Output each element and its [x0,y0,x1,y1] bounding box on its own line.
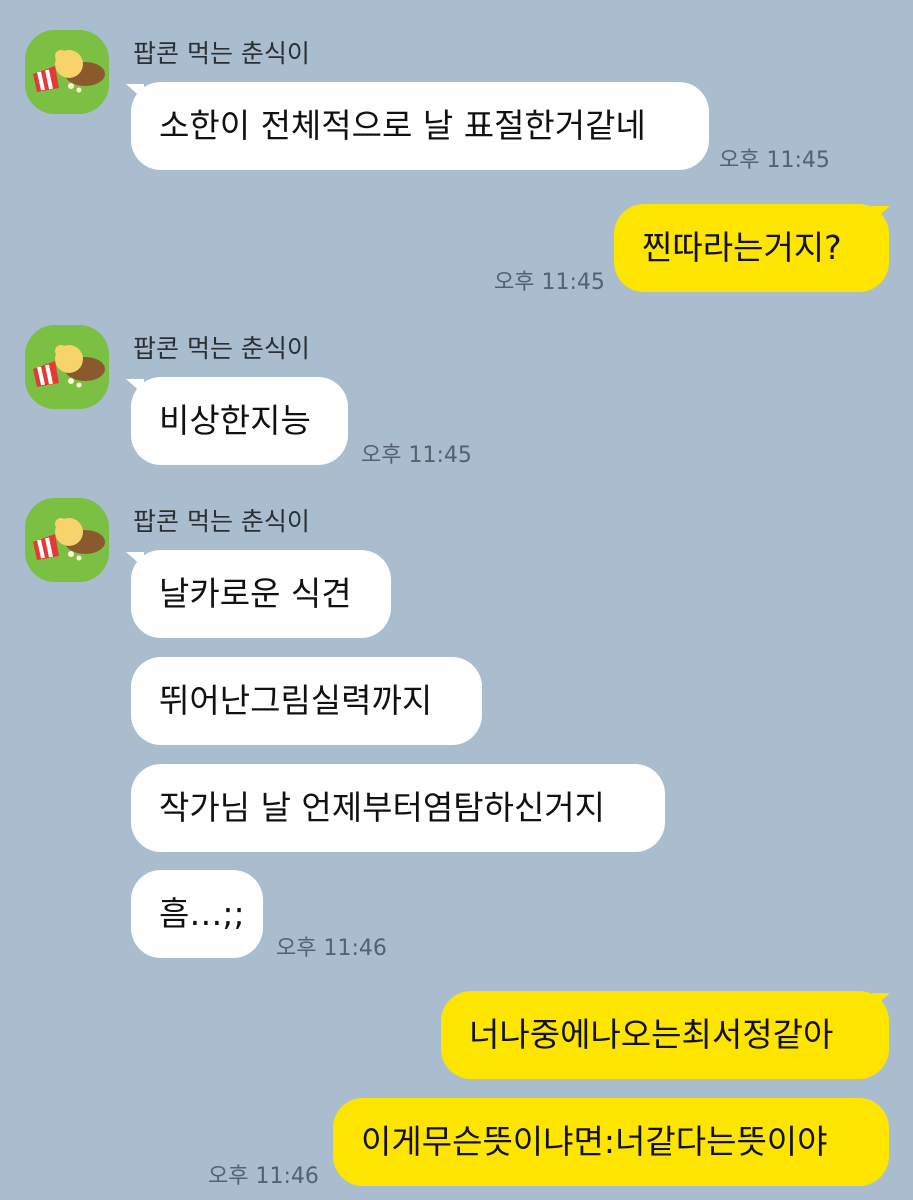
popcorn-choonsik-icon [25,325,109,409]
message-bubble[interactable]: 비상한지능 [131,377,348,465]
message-bubble[interactable]: 이게무슨뜻이냐면:너같다는뜻이야 [333,1098,889,1186]
sender-name: 팝콘 먹는 춘식이 [133,39,310,68]
message-bubble[interactable]: 날카로운 식견 [131,550,391,638]
message-time: 오후 11:46 [208,1164,319,1189]
profile-avatar[interactable] [25,325,109,409]
sender-name: 팝콘 먹는 춘식이 [133,507,310,536]
sender-name: 팝콘 먹는 춘식이 [133,334,310,363]
message-time: 오후 11:46 [276,936,387,961]
message-time: 오후 11:45 [361,443,472,468]
profile-avatar[interactable] [25,498,109,582]
profile-avatar[interactable] [25,30,109,114]
message-bubble[interactable]: 흠…;; [131,870,263,958]
popcorn-choonsik-icon [25,498,109,582]
message-time: 오후 11:45 [719,148,830,173]
message-bubble[interactable]: 너나중에나오는최서정같아 [441,991,889,1079]
message-time: 오후 11:45 [494,270,605,295]
message-bubble[interactable]: 소한이 전체적으로 날 표절한거같네 [131,82,709,170]
chat-view: 팝콘 먹는 춘식이 소한이 전체적으로 날 표절한거같네 오후 11:45 찐따… [0,0,913,1200]
message-bubble[interactable]: 작가님 날 언제부터염탐하신거지 [131,764,665,852]
message-bubble[interactable]: 찐따라는거지? [614,204,889,292]
message-bubble[interactable]: 뛰어난그림실력까지 [131,657,482,745]
popcorn-choonsik-icon [25,30,109,114]
